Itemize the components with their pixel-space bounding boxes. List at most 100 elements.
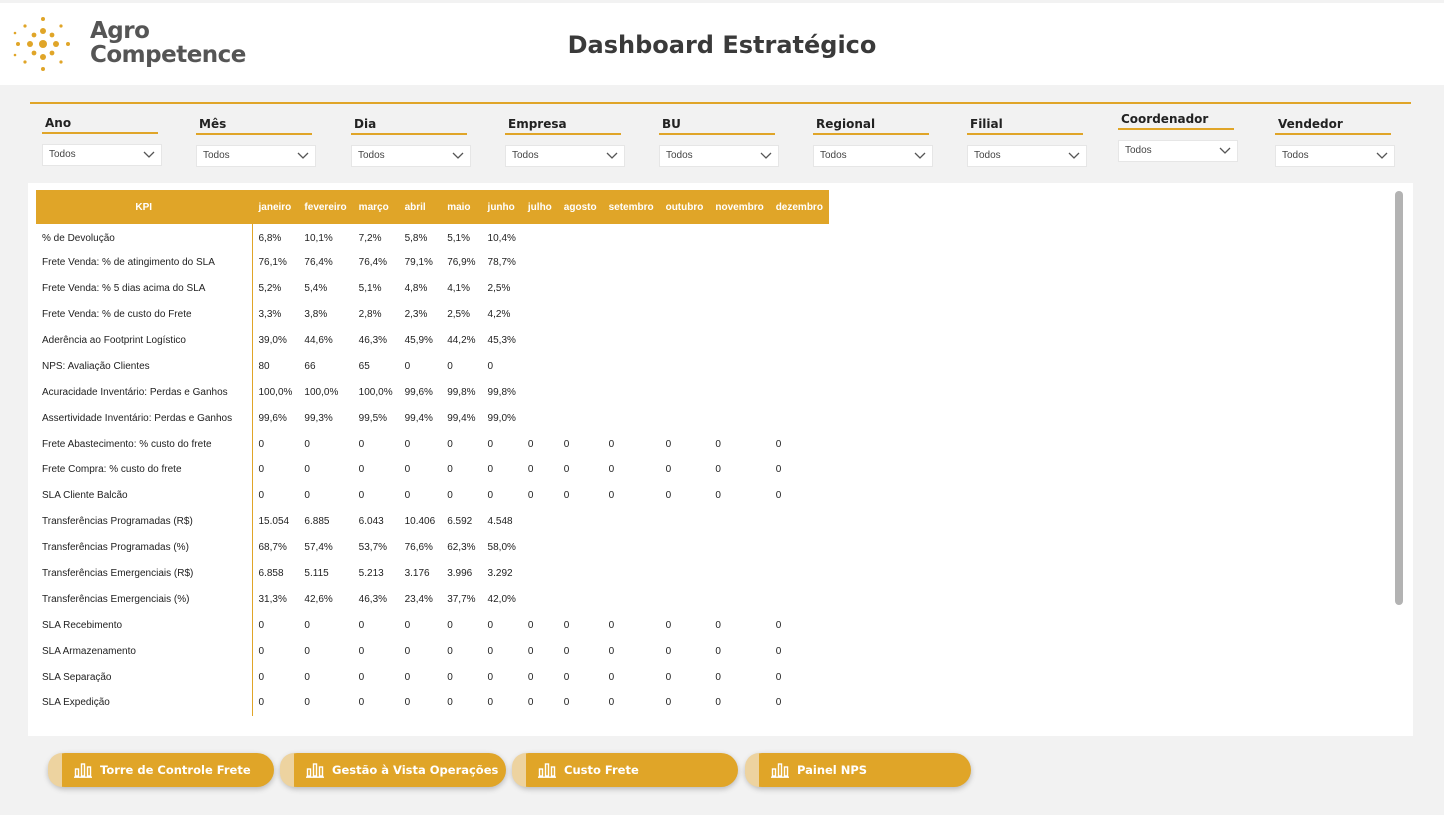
column-header-month[interactable]: outubro (659, 190, 710, 224)
kpi-value-cell (660, 535, 710, 561)
column-header-month[interactable]: fevereiro (298, 190, 353, 224)
nav-button-tab (512, 753, 526, 787)
kpi-value-cell: 76,1% (258, 257, 287, 269)
kpi-value-cell: 53,7% (358, 542, 388, 554)
kpi-value-cell (558, 561, 603, 587)
filter-dropdown[interactable]: Todos (351, 145, 471, 167)
kpi-value-cell: 0 (527, 438, 534, 450)
filter-underline (659, 133, 775, 135)
kpi-value-cell (558, 586, 603, 612)
column-header-month[interactable]: maio (441, 190, 482, 224)
kpi-value-cell: 0 (563, 671, 570, 683)
kpi-value-cell: 6,8% (258, 233, 282, 245)
filter-0: Ano Todos (42, 116, 164, 166)
column-header-month[interactable]: agosto (557, 190, 603, 224)
vertical-scrollbar[interactable] (1395, 191, 1403, 605)
kpi-value-cell (522, 561, 558, 587)
table-row: Transferências Programadas (%) 68,7% 57,4%… (36, 534, 829, 561)
kpi-value-cell: 23,4% (404, 593, 433, 605)
filter-underline (42, 132, 158, 134)
kpi-value-cell (603, 509, 660, 535)
filter-selected-value: Todos (203, 150, 230, 161)
kpi-value-cell: 0 (404, 464, 411, 476)
table-row: Assertividade Inventário: Perdas e Ganho… (36, 405, 829, 432)
table-row: Transferências Emergenciais (R$) 6.858 5.1… (36, 560, 829, 587)
kpi-value-cell (522, 379, 558, 405)
kpi-name-cell: Acuracidade Inventário: Perdas e Ganhos (36, 379, 253, 406)
column-header-kpi[interactable]: KPI (36, 190, 253, 224)
filter-3: Empresa Todos (505, 117, 627, 167)
filter-dropdown[interactable]: Todos (505, 145, 625, 167)
filter-selected-value: Todos (1282, 150, 1309, 161)
kpi-value-cell (770, 405, 829, 431)
kpi-value-cell (770, 379, 829, 405)
filter-selected-value: Todos (974, 150, 1001, 161)
nav-button-label: Painel NPS (797, 763, 868, 777)
kpi-value-cell (558, 509, 603, 535)
kpi-value-cell: 2,3% (404, 309, 428, 321)
kpi-value-cell: 0 (304, 619, 310, 631)
kpi-value-cell: 0 (447, 360, 453, 372)
kpi-value-cell: 99,4% (404, 412, 433, 424)
filter-underline (1275, 133, 1391, 135)
kpi-value-cell: 99,6% (404, 386, 433, 398)
kpi-value-cell: 100,0% (358, 386, 393, 398)
kpi-value-cell: 0 (715, 697, 721, 709)
column-header-month[interactable]: junho (481, 190, 522, 224)
nav-button-2[interactable]: Custo Frete (512, 753, 738, 787)
kpi-value-cell: 0 (775, 464, 782, 476)
kpi-value-cell: 44,6% (304, 335, 333, 346)
nav-button-3[interactable]: Painel NPS (745, 753, 971, 787)
kpi-value-cell (522, 535, 558, 561)
kpi-value-cell: 0 (258, 464, 265, 476)
column-header-month[interactable]: janeiro (252, 190, 299, 224)
kpi-value-cell: 99,4% (447, 412, 476, 424)
kpi-name-cell: SLA Expedição (36, 690, 253, 716)
filter-dropdown[interactable]: Todos (659, 145, 779, 167)
kpi-value-cell: 0 (258, 697, 265, 709)
nav-button-0[interactable]: Torre de Controle Frete (48, 753, 274, 787)
column-header-month[interactable]: março (352, 190, 399, 224)
kpi-value-cell: 0 (775, 438, 782, 450)
kpi-value-cell (660, 302, 710, 328)
kpi-value-cell: 3.292 (487, 568, 513, 580)
kpi-value-cell: 3,8% (304, 309, 328, 321)
column-header-month[interactable]: dezembro (769, 190, 829, 224)
kpi-value-cell: 0 (404, 360, 411, 372)
filter-dropdown[interactable]: Todos (196, 145, 316, 167)
kpi-value-cell (522, 250, 558, 276)
kpi-value-cell: 4.548 (487, 516, 513, 528)
kpi-value-cell (522, 353, 558, 379)
column-header-month[interactable]: julho (521, 190, 558, 224)
kpi-value-cell (660, 353, 710, 379)
filter-dropdown[interactable]: Todos (42, 144, 162, 166)
kpi-value-cell: 0 (608, 490, 615, 502)
filter-6: Filial Todos (967, 117, 1089, 167)
column-header-month[interactable]: novembro (709, 190, 770, 224)
kpi-value-cell (603, 302, 660, 328)
page-title: Dashboard Estratégico (567, 31, 877, 59)
kpi-value-cell (770, 224, 829, 250)
kpi-value-cell (770, 535, 829, 561)
column-header-month[interactable]: setembro (602, 190, 660, 224)
nav-button-1[interactable]: Gestão à Vista Operações (280, 753, 506, 787)
kpi-value-cell (603, 379, 660, 405)
kpi-value-cell: 0 (487, 464, 494, 476)
filter-dropdown[interactable]: Todos (1275, 145, 1395, 167)
filter-dropdown[interactable]: Todos (967, 145, 1087, 167)
kpi-value-cell (522, 276, 558, 302)
kpi-value-cell: 76,6% (404, 542, 433, 554)
column-header-month[interactable]: abril (398, 190, 442, 224)
filter-dropdown[interactable]: Todos (1118, 140, 1238, 162)
table-row: Frete Venda: % 5 dias acima do SLA 5,2% 5,… (36, 275, 829, 302)
nav-button-label: Gestão à Vista Operações (332, 763, 499, 777)
filter-dropdown[interactable]: Todos (813, 145, 933, 167)
kpi-value-cell (522, 509, 558, 535)
kpi-value-cell: 0 (775, 619, 782, 631)
kpi-value-cell: 0 (715, 619, 721, 631)
kpi-value-cell (558, 224, 603, 250)
filter-1: Mês Todos (196, 117, 318, 167)
kpi-value-cell: 0 (608, 464, 615, 476)
table-row: Frete Compra: % custo do frete 0 0 0 0 0 0 0 0 0 0… (36, 457, 829, 483)
table-row: SLA Armazenamento 0 0 0 0 0 0 0 0 0 0 0 0 (36, 638, 829, 665)
